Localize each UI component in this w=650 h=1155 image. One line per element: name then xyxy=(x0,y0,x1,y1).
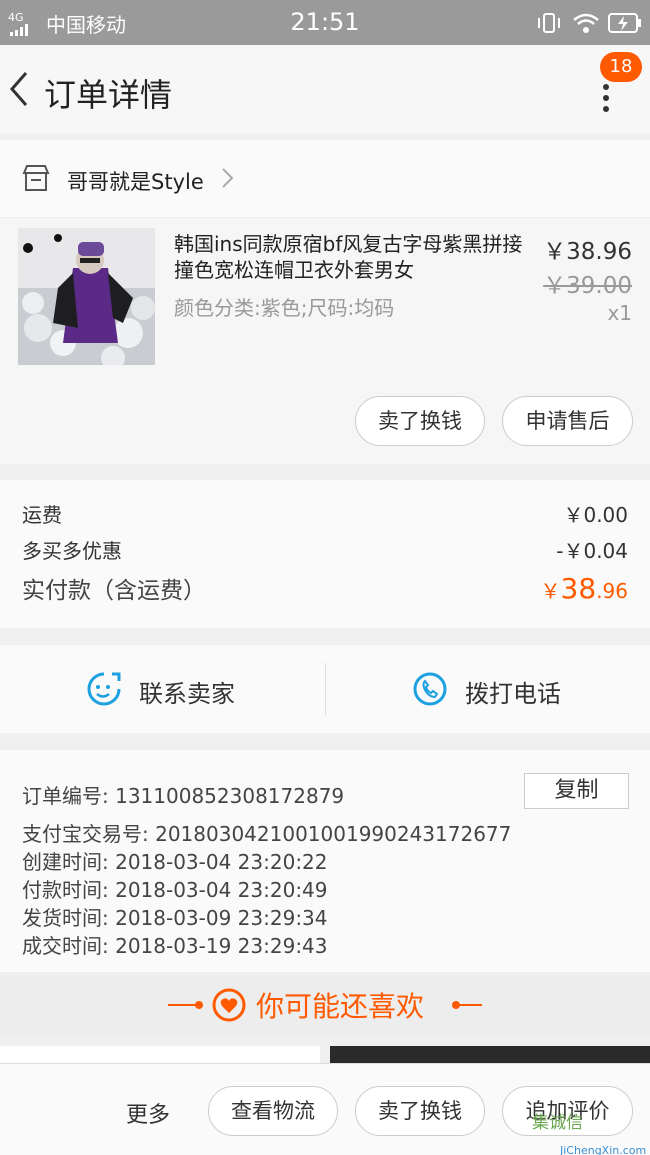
shop-name: 哥哥就是Style xyxy=(67,170,204,194)
after-sale-button[interactable]: 申请售后 xyxy=(502,396,633,446)
divider xyxy=(454,1004,482,1006)
divider xyxy=(168,1004,196,1006)
status-bar: 4G 中国移动 21:51 xyxy=(0,0,650,45)
bottom-action-bar: 更多 查看物流 卖了换钱 追加评价 集诚信 JiChengXin.com xyxy=(0,1063,650,1155)
vibrate-icon xyxy=(538,13,560,33)
order-info: 订单编号: 131100852308172879 复制 支付宝交易号: 2018… xyxy=(0,750,650,972)
created-time: 创建时间: 2018-03-04 23:20:22 xyxy=(22,850,328,874)
back-icon[interactable] xyxy=(6,65,46,113)
shipped-time: 发货时间: 2018-03-09 23:29:34 xyxy=(22,906,328,930)
product-price: ￥38.96 xyxy=(543,239,632,265)
product-thumbnail[interactable] xyxy=(18,228,155,365)
shipping-label: 运费 xyxy=(22,503,62,527)
chevron-right-icon xyxy=(222,168,234,188)
product-original-price: ￥39.00 xyxy=(543,273,632,299)
sell-for-cash-button[interactable]: 卖了换钱 xyxy=(355,396,485,446)
paid-amount: ￥38.96 xyxy=(541,572,628,605)
fee-summary: 运费 ￥0.00 多买多优惠 -￥0.04 实付款（含运费） ￥38.96 xyxy=(0,480,650,628)
shipping-value: ￥0.00 xyxy=(563,503,628,527)
product-item[interactable]: 韩国ins同款原宿bf风复古字母紫黑拼接撞色宽松连帽卫衣外套男女 颜色分类:紫色… xyxy=(0,218,650,464)
view-logistics-button[interactable]: 查看物流 xyxy=(208,1086,338,1136)
contact-bar: 联系卖家 拨打电话 xyxy=(0,645,650,733)
product-title[interactable]: 韩国ins同款原宿bf风复古字母紫黑拼接撞色宽松连帽卫衣外套男女 xyxy=(174,231,534,283)
heart-icon xyxy=(212,988,246,1022)
watermark-url: JiChengXin.com xyxy=(560,1144,647,1155)
paid-label: 实付款（含运费） xyxy=(22,578,206,604)
discount-value: -￥0.04 xyxy=(556,539,628,563)
product-spec: 颜色分类:紫色;尺码:均码 xyxy=(174,296,395,320)
paid-currency: ￥ xyxy=(540,579,561,603)
more-menu-icon[interactable] xyxy=(592,83,622,113)
alipay-number: 支付宝交易号: 2018030421001001990243172677 xyxy=(22,822,512,846)
discount-label: 多买多优惠 xyxy=(22,539,122,563)
battery-icon xyxy=(608,13,641,33)
wifi-icon xyxy=(573,13,599,33)
phone-icon xyxy=(413,672,447,706)
product-quantity: x1 xyxy=(607,301,632,325)
nav-bar: 订单详情 18 xyxy=(0,45,650,133)
recommend-title: 你可能还喜欢 xyxy=(256,990,425,1023)
paid-time: 付款时间: 2018-03-04 23:20:49 xyxy=(22,878,328,902)
call-phone-label: 拨打电话 xyxy=(465,680,561,708)
divider xyxy=(195,1001,203,1009)
order-number: 订单编号: 131100852308172879 xyxy=(22,784,345,808)
copy-button[interactable]: 复制 xyxy=(524,773,629,809)
recommend-header: 你可能还喜欢 xyxy=(0,975,650,1035)
contact-seller-label: 联系卖家 xyxy=(139,680,235,708)
paid-integer: 38 xyxy=(560,572,597,605)
shop-row[interactable]: 哥哥就是Style xyxy=(0,140,650,217)
message-badge[interactable]: 18 xyxy=(600,52,642,82)
chat-face-icon xyxy=(87,672,121,706)
page-title: 订单详情 xyxy=(44,76,173,114)
sell-for-cash-button[interactable]: 卖了换钱 xyxy=(355,1086,485,1136)
paid-decimal: .96 xyxy=(596,579,628,603)
store-icon xyxy=(22,165,50,191)
order-detail-screen: { "status_bar": { "network": "4G", "carr… xyxy=(0,0,650,1155)
watermark: 集诚信 xyxy=(532,1113,583,1133)
more-button[interactable]: 更多 xyxy=(126,1097,170,1129)
contact-seller-button[interactable]: 联系卖家 xyxy=(0,645,325,733)
completed-time: 成交时间: 2018-03-19 23:29:43 xyxy=(22,934,328,958)
call-phone-button[interactable]: 拨打电话 xyxy=(326,645,650,733)
